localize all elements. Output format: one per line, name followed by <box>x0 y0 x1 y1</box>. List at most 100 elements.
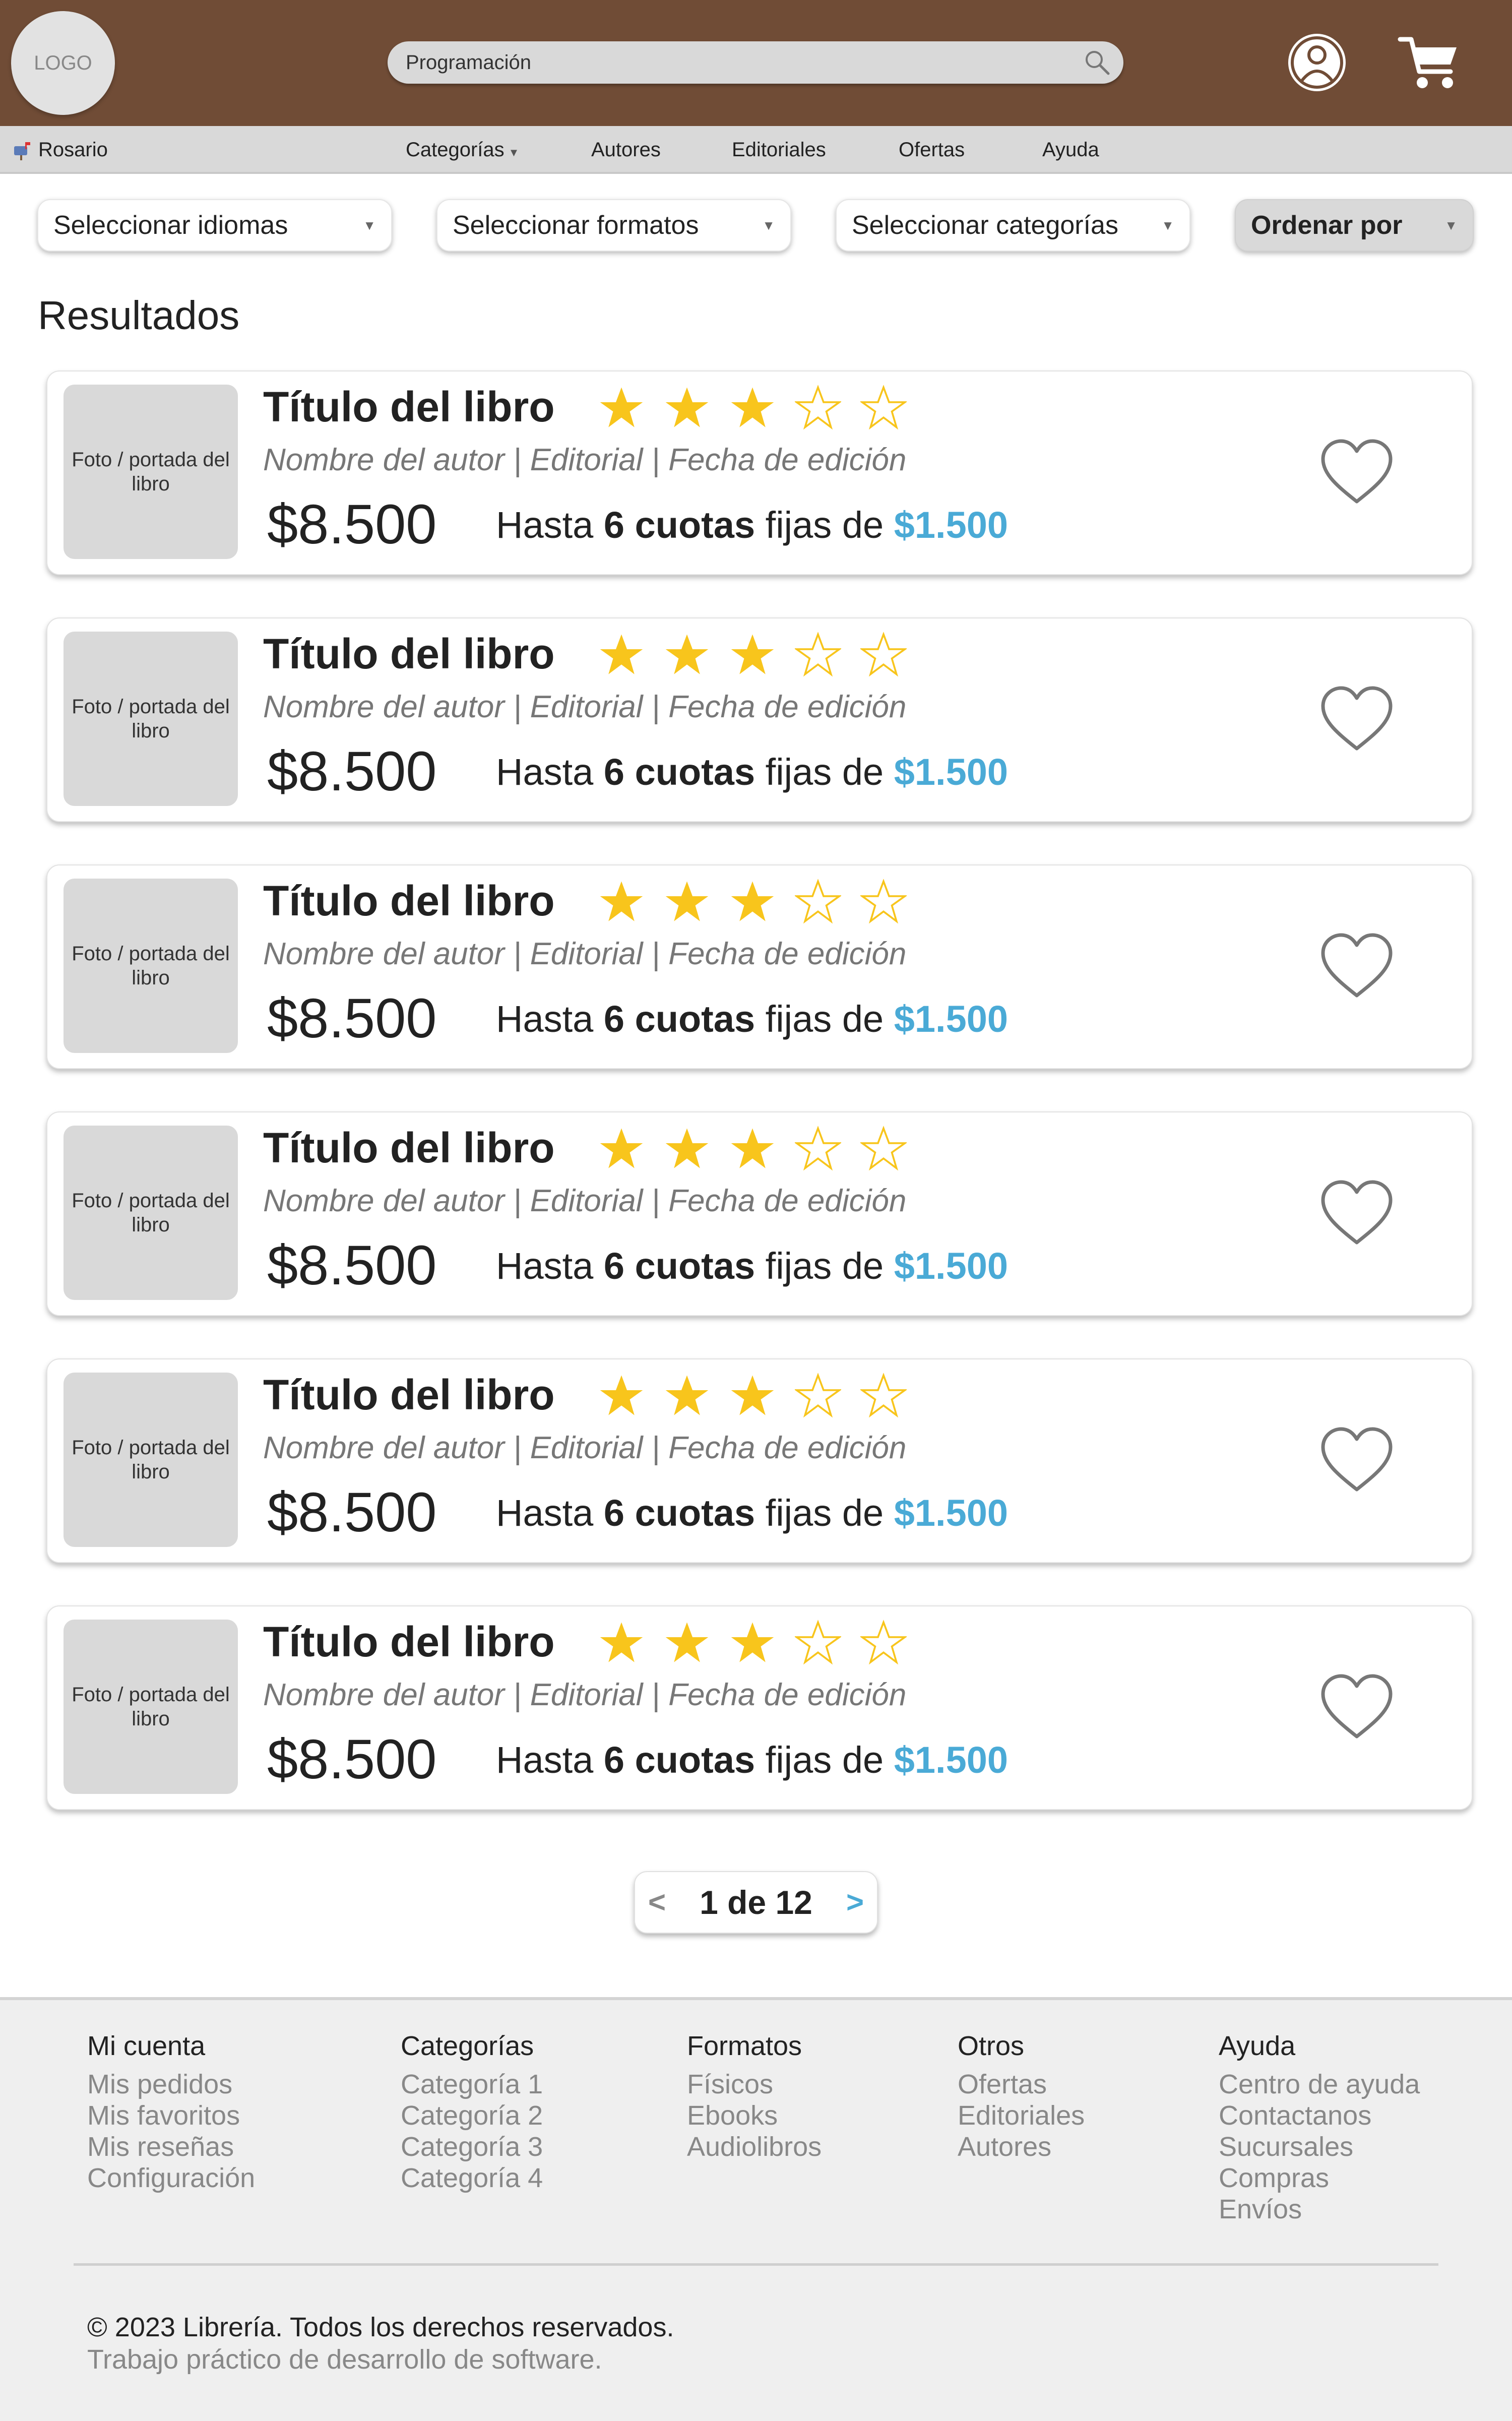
installments-count: 6 cuotas <box>603 998 755 1040</box>
book-price: $8.500 <box>267 740 437 802</box>
heart-icon[interactable] <box>1319 684 1395 755</box>
book-cover[interactable]: Foto / portada del libro <box>64 385 238 559</box>
rating-stars <box>598 879 926 934</box>
heart-icon[interactable] <box>1319 931 1395 1002</box>
star-empty-icon <box>795 879 841 924</box>
footer-link[interactable]: Físicos <box>687 2069 822 2100</box>
heart-icon[interactable] <box>1319 437 1395 508</box>
footer-link[interactable]: Ofertas <box>958 2069 1085 2100</box>
installments: Hasta 6 cuotas fijas de $1.500 <box>496 1739 1008 1781</box>
footer-link[interactable]: Categoría 3 <box>401 2131 543 2162</box>
heart-icon[interactable] <box>1319 1672 1395 1743</box>
star-filled-icon <box>600 1375 643 1415</box>
star-empty-icon <box>795 1620 841 1665</box>
book-title[interactable]: Título del libro <box>263 1124 555 1172</box>
next-page-button[interactable]: > <box>846 1872 864 1933</box>
nav-autores[interactable]: Autores <box>591 126 661 174</box>
star-empty-icon <box>860 1126 907 1171</box>
star-filled-icon <box>731 1375 774 1415</box>
footer-column-title: Categorías <box>401 2031 534 2061</box>
star-empty-icon <box>860 1620 907 1665</box>
installments-amount: $1.500 <box>894 504 1009 546</box>
footer-divider <box>74 2263 1438 2266</box>
logo[interactable]: LOGO <box>11 11 115 115</box>
footer-link[interactable]: Categoría 2 <box>401 2100 543 2131</box>
rating-stars <box>598 1126 926 1181</box>
footer-link[interactable]: Editoriales <box>958 2100 1085 2131</box>
result-card[interactable]: Foto / portada del libro Título del libro… <box>46 1111 1473 1316</box>
star-empty-icon <box>860 879 907 924</box>
search-icon[interactable] <box>1083 48 1111 77</box>
installments-count: 6 cuotas <box>603 751 755 793</box>
nav-ayuda[interactable]: Ayuda <box>1042 126 1099 174</box>
mailbox-icon <box>14 142 30 160</box>
book-cover[interactable]: Foto / portada del libro <box>64 632 238 806</box>
result-card[interactable]: Foto / portada del libro Título del libro… <box>46 370 1473 575</box>
nav-editoriales[interactable]: Editoriales <box>732 126 826 174</box>
book-cover[interactable]: Foto / portada del libro <box>64 1373 238 1547</box>
search-input[interactable]: Programación <box>406 41 531 84</box>
footer-link[interactable]: Mis reseñas <box>87 2131 255 2162</box>
footer-link[interactable]: Compras <box>1219 2162 1420 2194</box>
category-filter[interactable]: Seleccionar categorías ▼ <box>836 199 1190 252</box>
language-filter[interactable]: Seleccionar idiomas ▼ <box>37 199 392 252</box>
book-cover[interactable]: Foto / portada del libro <box>64 879 238 1053</box>
star-empty-icon <box>860 1373 907 1418</box>
result-card[interactable]: Foto / portada del libro Título del libro… <box>46 1605 1473 1810</box>
nav-categorias[interactable]: Categorías ▼ <box>406 126 519 176</box>
footer-link[interactable]: Envíos <box>1219 2194 1420 2225</box>
user-icon[interactable] <box>1287 32 1347 93</box>
book-meta: Nombre del autor | Editorial | Fecha de … <box>263 690 907 724</box>
book-price: $8.500 <box>267 987 437 1049</box>
installments-prefix: Hasta <box>496 504 594 546</box>
footer-link[interactable]: Ebooks <box>687 2100 822 2131</box>
footer-link[interactable]: Autores <box>958 2131 1085 2162</box>
heart-icon[interactable] <box>1319 1425 1395 1496</box>
installments-mid: fijas de <box>765 504 884 546</box>
footer-column: Categorías Categoría 1 Categoría 2 Categorí… <box>401 2030 543 2194</box>
footer-link[interactable]: Audiolibros <box>687 2131 822 2162</box>
book-title[interactable]: Título del libro <box>263 383 555 431</box>
chevron-down-icon: ▼ <box>1444 218 1458 233</box>
rating-stars <box>598 632 926 687</box>
installments: Hasta 6 cuotas fijas de $1.500 <box>496 1492 1008 1534</box>
result-card[interactable]: Foto / portada del libro Título del libro… <box>46 864 1473 1069</box>
results-title: Resultados <box>38 293 240 338</box>
book-title[interactable]: Título del libro <box>263 630 555 678</box>
footer-link[interactable]: Categoría 4 <box>401 2162 543 2194</box>
sort-label: Ordenar por <box>1251 211 1403 240</box>
book-meta: Nombre del autor | Editorial | Fecha de … <box>263 1431 907 1465</box>
result-card[interactable]: Foto / portada del libro Título del libro… <box>46 617 1473 822</box>
footer-link[interactable]: Mis favoritos <box>87 2100 255 2131</box>
book-cover[interactable]: Foto / portada del libro <box>64 1126 238 1300</box>
star-empty-icon <box>860 632 907 677</box>
footer-link[interactable]: Sucursales <box>1219 2131 1420 2162</box>
book-price: $8.500 <box>267 1481 437 1543</box>
heart-icon[interactable] <box>1319 1178 1395 1249</box>
location-selector[interactable]: Rosario <box>12 126 108 174</box>
footer-link[interactable]: Configuración <box>87 2162 255 2194</box>
footer-link[interactable]: Mis pedidos <box>87 2069 255 2100</box>
star-filled-icon <box>665 634 709 674</box>
result-card[interactable]: Foto / portada del libro Título del libro… <box>46 1358 1473 1563</box>
sort-dropdown[interactable]: Ordenar por ▼ <box>1235 199 1474 252</box>
footer-link[interactable]: Centro de ayuda <box>1219 2069 1420 2100</box>
nav-bar: Rosario Categorías ▼ Autores Editoriales … <box>0 126 1512 174</box>
nav-ofertas[interactable]: Ofertas <box>899 126 965 174</box>
language-filter-label: Seleccionar idiomas <box>53 211 288 240</box>
star-empty-icon <box>795 632 841 677</box>
book-title[interactable]: Título del libro <box>263 1371 555 1419</box>
rating-stars <box>598 1373 926 1428</box>
book-cover[interactable]: Foto / portada del libro <box>64 1620 238 1794</box>
star-filled-icon <box>600 881 643 921</box>
footer-link[interactable]: Categoría 1 <box>401 2069 543 2100</box>
star-filled-icon <box>731 634 774 674</box>
search-bar[interactable]: Programación <box>388 41 1123 84</box>
format-filter[interactable]: Seleccionar formatos ▼ <box>436 199 791 252</box>
book-title[interactable]: Título del libro <box>263 1618 555 1666</box>
book-title[interactable]: Título del libro <box>263 877 555 925</box>
chevron-down-icon: ▼ <box>762 218 775 233</box>
cart-icon[interactable] <box>1396 29 1462 95</box>
installments-amount: $1.500 <box>894 1739 1009 1781</box>
footer-link[interactable]: Contactanos <box>1219 2100 1420 2131</box>
